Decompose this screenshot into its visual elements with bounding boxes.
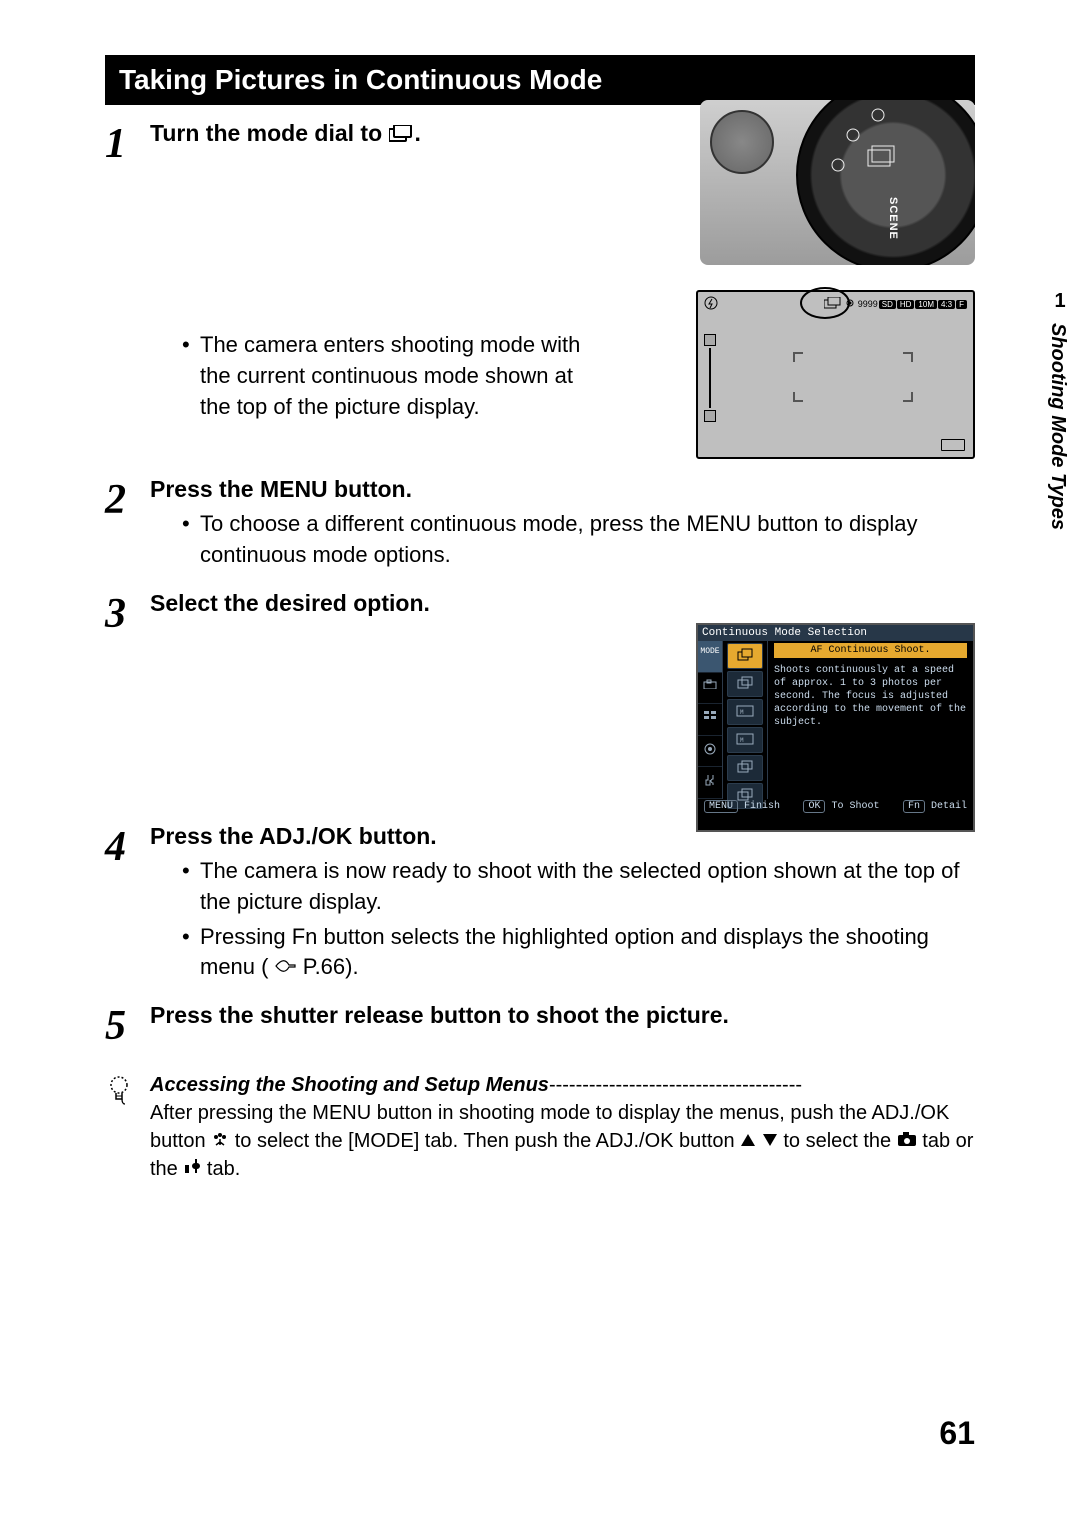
highlight-circle	[800, 287, 850, 319]
mode-option-af-continuous	[727, 643, 763, 669]
selected-mode-name: AF Continuous Shoot.	[774, 643, 967, 658]
up-triangle-icon	[740, 1130, 762, 1152]
down-triangle-icon	[762, 1130, 784, 1152]
tip-block: Accessing the Shooting and Setup Menus--…	[105, 1071, 975, 1183]
menu-tab-custom	[698, 704, 722, 736]
flower-macro-icon	[211, 1130, 235, 1152]
menu-left-tabs: MODE	[698, 641, 723, 799]
badge-sd: SD	[879, 300, 896, 309]
menu-tab-target	[698, 736, 722, 768]
mode-option-5	[727, 755, 763, 781]
selected-mode-description: Shoots continuously at a speed of approx…	[774, 664, 967, 729]
mode-dial-marks	[798, 100, 975, 265]
tip-text-5: tab.	[207, 1158, 240, 1180]
step-number: 2	[105, 476, 150, 575]
mode-dial: SCENE	[796, 100, 975, 265]
footer-menu-label: MENU	[704, 800, 738, 813]
step-5: 5 Press the shutter release button to sh…	[105, 1002, 975, 1047]
step-5-title: Press the shutter release button to shoo…	[150, 1002, 975, 1029]
badge-f: F	[956, 300, 967, 309]
tip-separator-dashes: --------------------------------------	[549, 1074, 802, 1096]
wrench-icon	[183, 1158, 207, 1180]
lcd-preview-continuous: 9999 SD HD 10M 4:3 F	[696, 290, 975, 459]
shutter-button-illustration	[710, 110, 774, 174]
mode-option-2	[727, 671, 763, 697]
hand-point-icon	[275, 954, 303, 979]
tip-text-3: to select the	[783, 1130, 896, 1152]
step-number: 4	[105, 823, 150, 987]
menu-tab-camera	[698, 673, 722, 705]
step-2-bullet-1-text: To choose a different continuous mode, p…	[200, 509, 975, 571]
step-4-bullet-2-ref: P.66).	[303, 954, 359, 979]
mode-option-3: M	[727, 699, 763, 725]
step-number: 5	[105, 1002, 150, 1047]
mode-detail-panel: AF Continuous Shoot. Shoots continuously…	[768, 641, 973, 799]
step-2: 2 Press the MENU button. • To choose a d…	[105, 476, 975, 575]
step-4-bullet-1: • The camera is now ready to shoot with …	[150, 856, 975, 918]
mode-dial-illustration: SCENE	[700, 100, 975, 265]
battery-icon	[941, 439, 965, 451]
menu-footer: MENU Finish OK To Shoot Fn Detail	[698, 799, 973, 814]
menu-tab-mode: MODE	[698, 641, 722, 673]
section-title-bar: Taking Pictures in Continuous Mode	[105, 55, 975, 105]
step-number: 3	[105, 590, 150, 808]
step-1-bullet-1-text: The camera enters shooting mode with the…	[200, 330, 582, 422]
step-number: 1	[105, 120, 150, 426]
camera-icon	[897, 1130, 923, 1152]
lightbulb-icon	[105, 1071, 150, 1183]
menu-header: Continuous Mode Selection	[698, 625, 973, 641]
badge-4-3: 4:3	[938, 300, 955, 309]
footer-to-shoot: To Shoot	[832, 801, 880, 812]
chapter-title: Shooting Mode Types	[1046, 323, 1069, 530]
continuous-mode-icon	[389, 122, 415, 149]
step-1-title-prefix: Turn the mode dial to	[150, 120, 389, 146]
step-2-title: Press the MENU button.	[150, 476, 975, 503]
step-4: 4 Press the ADJ./OK button. • The camera…	[105, 823, 975, 987]
step-1-bullet-1: • The camera enters shooting mode with t…	[150, 330, 582, 422]
svg-text:M: M	[740, 737, 744, 744]
page-number: 61	[939, 1415, 975, 1452]
mode-option-list: M M	[723, 641, 768, 799]
footer-fn-label: Fn	[903, 800, 925, 813]
step-1-title-suffix: .	[415, 120, 421, 146]
badge-hd: HD	[897, 300, 915, 309]
side-chapter-tab: 1 Shooting Mode Types	[1046, 290, 1074, 570]
mode-option-4: M	[727, 727, 763, 753]
tip-text-2: to select the [MODE] tab. Then push the …	[235, 1130, 740, 1152]
step-4-bullet-2: • Pressing Fn button selects the highlig…	[150, 922, 975, 984]
svg-text:M: M	[740, 709, 744, 716]
shot-counter: 9999	[858, 299, 878, 309]
step-2-bullet-1: • To choose a different continuous mode,…	[150, 509, 975, 571]
ev-indicator	[704, 332, 718, 424]
footer-detail: Detail	[931, 801, 967, 812]
tip-title: Accessing the Shooting and Setup Menus	[150, 1074, 549, 1096]
menu-screen-continuous-mode-selection: Continuous Mode Selection MODE	[696, 623, 975, 832]
step-4-bullet-1-text: The camera is now ready to shoot with th…	[200, 856, 975, 918]
badge-10m: 10M	[915, 300, 937, 309]
chapter-number: 1	[1046, 290, 1074, 313]
menu-tab-setup	[698, 767, 722, 799]
flash-icon	[704, 296, 718, 312]
step-3-title: Select the desired option.	[150, 590, 975, 617]
footer-finish: Finish	[744, 801, 780, 812]
footer-ok-label: OK	[803, 800, 825, 813]
